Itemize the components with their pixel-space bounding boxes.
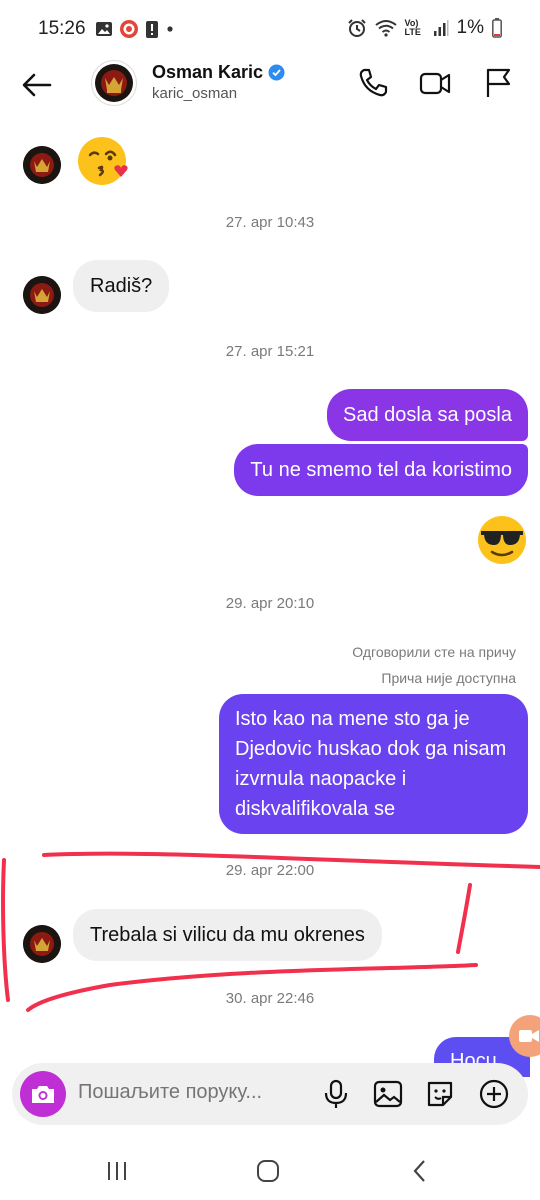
camera-button[interactable] xyxy=(20,1071,66,1117)
battery-percent: 1% xyxy=(456,17,484,38)
verified-badge-icon xyxy=(268,64,285,81)
more-notifications-dot-icon xyxy=(167,26,173,32)
kissing-face-emoji-icon xyxy=(78,137,128,185)
sticker-icon[interactable] xyxy=(424,1078,456,1110)
wifi-icon xyxy=(374,20,397,37)
home-icon[interactable] xyxy=(253,1156,283,1186)
flag-icon[interactable] xyxy=(482,66,516,100)
video-call-icon[interactable] xyxy=(418,66,452,100)
crest-logo-icon xyxy=(95,64,133,102)
gallery-icon[interactable] xyxy=(372,1078,404,1110)
contact-username[interactable]: karic_osman xyxy=(152,85,237,102)
crest-logo-icon xyxy=(23,925,61,963)
message-composer xyxy=(12,1063,528,1125)
gallery-notification-icon xyxy=(96,22,112,36)
microphone-icon[interactable] xyxy=(320,1078,352,1110)
sender-avatar[interactable] xyxy=(23,146,61,184)
chat-header: Osman Karic karic_osman xyxy=(0,60,540,120)
sender-avatar[interactable] xyxy=(23,925,61,963)
crest-logo-icon xyxy=(23,146,61,184)
recent-apps-icon[interactable] xyxy=(102,1156,132,1186)
status-time: 15:26 xyxy=(38,18,86,39)
status-bar: 15:26 Vo) LTE 1% xyxy=(0,0,540,60)
incoming-message[interactable]: Radiš? xyxy=(73,260,170,312)
contact-name-text: Osman Karic xyxy=(152,62,264,82)
add-circle-icon[interactable] xyxy=(478,1078,510,1110)
timestamp: 27. apr 10:43 xyxy=(225,214,315,231)
timestamp: 29. apr 22:00 xyxy=(225,862,315,879)
message-input[interactable] xyxy=(78,1081,308,1104)
outgoing-message[interactable]: Isto kao na mene sto ga je Djedovic husk… xyxy=(219,694,528,834)
outgoing-message[interactable]: Sad dosla sa posla xyxy=(326,389,528,441)
crest-logo-icon xyxy=(23,276,61,314)
app-notification-icon xyxy=(120,20,138,38)
battery-icon xyxy=(492,18,502,38)
camera-icon xyxy=(32,1086,54,1103)
timestamp: 27. apr 15:21 xyxy=(225,343,315,360)
sunglasses-face-emoji-icon xyxy=(478,516,526,564)
story-reply-label: Одговорили сте на причу xyxy=(352,644,516,660)
video-icon xyxy=(519,1030,539,1042)
phone-icon[interactable] xyxy=(356,66,390,100)
signal-icon xyxy=(433,20,449,36)
status-right: Vo) LTE 1% xyxy=(347,17,502,39)
status-left-icons xyxy=(95,19,175,39)
story-unavailable-label: Прича није доступна xyxy=(381,670,516,686)
alert-notification-icon xyxy=(146,21,158,38)
timestamp: 29. apr 20:10 xyxy=(225,595,315,612)
contact-name[interactable]: Osman Karic xyxy=(152,62,285,83)
back-nav-icon[interactable] xyxy=(405,1156,435,1186)
outgoing-message[interactable]: Tu ne smemo tel da koristimo xyxy=(234,444,528,496)
network-type-label: Vo) LTE xyxy=(404,18,421,37)
timestamp: 30. apr 22:46 xyxy=(225,990,315,1007)
sender-avatar[interactable] xyxy=(23,276,61,314)
profile-avatar[interactable] xyxy=(91,60,137,106)
alarm-icon xyxy=(347,19,366,37)
incoming-message[interactable]: Trebala si vilicu da mu okrenes xyxy=(73,909,382,961)
back-arrow-icon[interactable] xyxy=(20,68,54,102)
system-navigation-bar xyxy=(0,1140,540,1200)
